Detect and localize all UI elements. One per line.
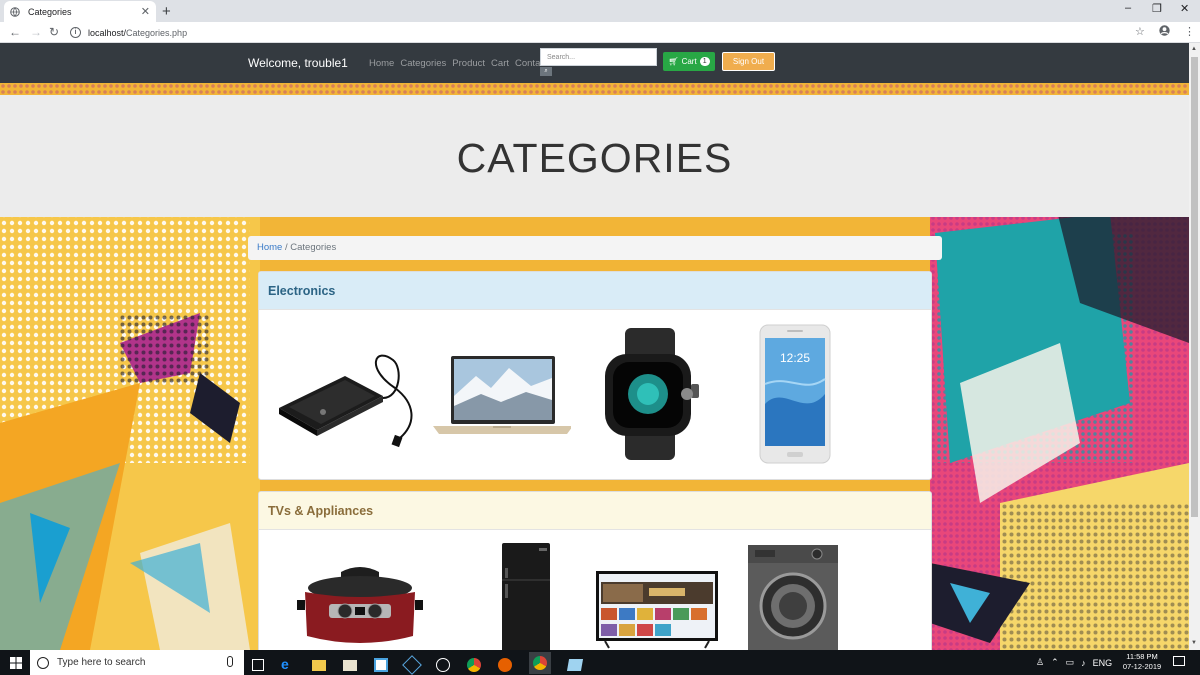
- cart-icon: 🛒︎: [668, 57, 679, 66]
- tab-close-icon[interactable]: ✕: [141, 5, 150, 18]
- search-button[interactable]: ⌕: [540, 67, 552, 76]
- bookmark-star-icon[interactable]: ☆: [1135, 25, 1145, 38]
- file-explorer-icon[interactable]: [312, 659, 326, 671]
- show-hidden-icons-chevron-icon[interactable]: ⌃: [1051, 657, 1059, 668]
- profile-icon[interactable]: [1159, 25, 1170, 39]
- chrome-active-icon[interactable]: [529, 652, 551, 674]
- app-icon[interactable]: [374, 658, 388, 672]
- page-title: CATEGORIES: [456, 135, 733, 181]
- edge-browser-icon[interactable]: e: [281, 657, 295, 672]
- firefox-icon[interactable]: [498, 658, 512, 672]
- category-title[interactable]: Electronics: [268, 284, 335, 298]
- windows-start-icon[interactable]: [10, 656, 22, 674]
- nav-link-product[interactable]: Product: [452, 58, 485, 69]
- reload-icon[interactable]: ↻: [49, 25, 59, 39]
- url-path: Categories.php: [126, 27, 188, 38]
- scrollbar-thumb[interactable]: [1191, 57, 1198, 517]
- cortana-search-icon: [37, 656, 49, 669]
- notifications-icon[interactable]: [1173, 656, 1185, 666]
- site-navbar: Welcome, trouble1 Home Categories Produc…: [0, 43, 1189, 83]
- welcome-brand[interactable]: Welcome, trouble1: [248, 56, 348, 70]
- system-tray: ♙ ⌃ ▭ ♪ ENG: [1036, 657, 1112, 668]
- page-header-jumbotron: CATEGORIES: [0, 95, 1189, 217]
- category-card-header: Electronics: [259, 272, 931, 310]
- globe-icon: [10, 6, 20, 17]
- restore-button[interactable]: ❐: [1152, 2, 1162, 15]
- sign-out-button[interactable]: Sign Out: [722, 52, 775, 71]
- people-icon[interactable]: ♙: [1036, 657, 1044, 668]
- url-host: localhost/: [88, 27, 127, 38]
- task-view-icon[interactable]: [252, 659, 264, 671]
- cart-label: Cart: [681, 57, 697, 66]
- network-icon[interactable]: ▭: [1066, 657, 1075, 668]
- smartphone-image[interactable]: 12:25: [759, 324, 831, 464]
- search-icon: ⌕: [544, 68, 548, 74]
- menu-dots-icon[interactable]: ⋮: [1184, 25, 1195, 38]
- scroll-up-arrow-icon[interactable]: ▲: [1191, 46, 1197, 52]
- taskbar-search-box[interactable]: Type here to search: [30, 650, 244, 675]
- breadcrumb-current: Categories: [290, 242, 337, 253]
- close-window-button[interactable]: ✕: [1180, 2, 1189, 15]
- nav-link-home[interactable]: Home: [369, 58, 394, 69]
- category-title[interactable]: TVs & Appliances: [268, 504, 373, 518]
- clock[interactable]: 11:58 PM 07-12-2019: [1122, 652, 1162, 672]
- smartwatch-image[interactable]: [597, 328, 707, 460]
- chrome-icon[interactable]: [467, 658, 481, 672]
- page-scrollbar[interactable]: ▲ ▼: [1189, 43, 1200, 650]
- nav-link-categories[interactable]: Categories: [400, 58, 446, 69]
- nav-links: Home Categories Product Cart Contact: [369, 58, 548, 69]
- television-image[interactable]: [595, 570, 719, 650]
- page-viewport: Welcome, trouble1 Home Categories Produc…: [0, 43, 1189, 650]
- cart-count-badge: 1: [699, 57, 710, 66]
- scroll-down-arrow-icon[interactable]: ▼: [1191, 640, 1197, 646]
- forward-arrow-icon[interactable]: →: [30, 25, 42, 39]
- back-arrow-icon[interactable]: ←: [9, 25, 21, 39]
- minimize-button[interactable]: –: [1125, 2, 1131, 14]
- washing-machine-image[interactable]: [747, 544, 839, 650]
- notes-app-icon[interactable]: [343, 659, 357, 671]
- new-tab-button[interactable]: +: [162, 3, 171, 20]
- taskbar-search-placeholder: Type here to search: [57, 657, 146, 668]
- tab-title: Categories: [28, 6, 72, 17]
- breadcrumb-home-link[interactable]: Home: [257, 242, 282, 253]
- notepad-app-icon[interactable]: [566, 659, 584, 671]
- browser-tab[interactable]: Categories ✕: [4, 1, 156, 22]
- category-products: [259, 530, 931, 650]
- taskbar-pinned-apps: e: [252, 652, 584, 675]
- obs-icon[interactable]: [436, 658, 450, 672]
- info-icon[interactable]: i: [70, 27, 81, 38]
- browser-tabstrip: Categories ✕ + – ❐ ✕: [0, 0, 1200, 22]
- category-card-electronics: Electronics 12:25: [258, 271, 932, 480]
- address-bar[interactable]: i localhost/Categories.php: [70, 24, 1160, 41]
- chrome-logo-icon: [533, 656, 547, 670]
- breadcrumb-separator: /: [284, 242, 288, 253]
- category-card-tvs-appliances: TVs & Appliances: [258, 491, 932, 650]
- microphone-icon[interactable]: [227, 656, 233, 667]
- windows-taskbar: Type here to search e ♙ ⌃ ▭ ♪ ENG 11:58 …: [0, 650, 1200, 675]
- clock-time: 11:58 PM: [1126, 652, 1158, 661]
- refrigerator-image[interactable]: [501, 542, 551, 650]
- clock-date: 07-12-2019: [1122, 662, 1162, 671]
- breadcrumb: Home / Categories: [248, 236, 942, 260]
- svg-text:12:25: 12:25: [780, 351, 810, 365]
- virtualbox-icon[interactable]: [402, 655, 422, 675]
- browser-toolbar: ← → ↻ i localhost/Categories.php ☆ ⋮: [0, 22, 1200, 43]
- category-card-header: TVs & Appliances: [259, 492, 931, 530]
- language-indicator[interactable]: ENG: [1093, 658, 1113, 668]
- cart-button[interactable]: 🛒︎ Cart 1: [663, 52, 715, 71]
- external-hard-drive-image[interactable]: [275, 348, 420, 448]
- category-products: 12:25: [259, 310, 931, 479]
- search-input[interactable]: Search...: [540, 48, 657, 66]
- volume-icon[interactable]: ♪: [1081, 658, 1086, 668]
- slow-cooker-image[interactable]: [295, 566, 425, 650]
- nav-link-cart[interactable]: Cart: [491, 58, 509, 69]
- laptop-image[interactable]: [431, 354, 571, 438]
